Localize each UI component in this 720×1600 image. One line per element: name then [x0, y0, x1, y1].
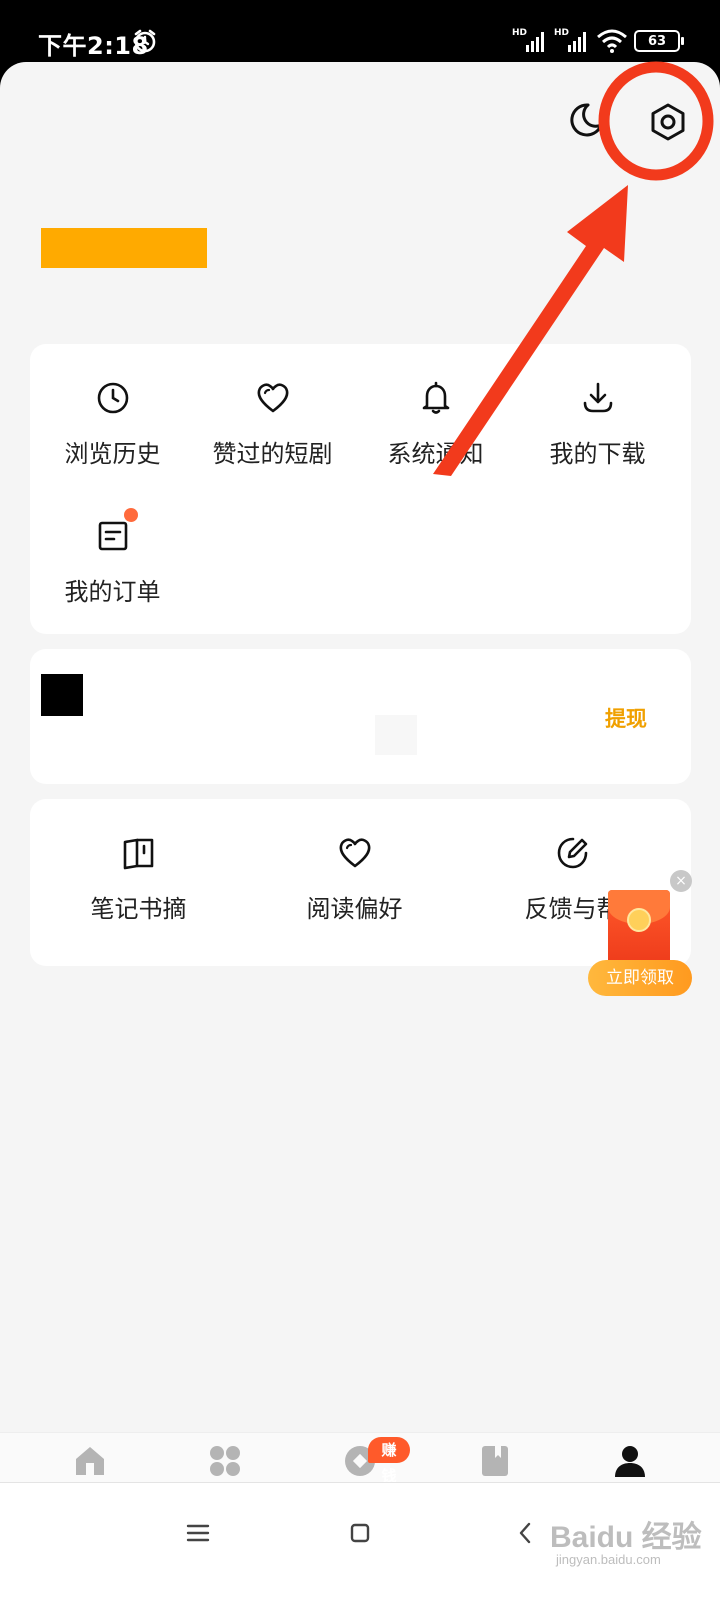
tool-reading-preference[interactable]: 阅读偏好	[272, 835, 437, 924]
earn-badge: 赚钱	[368, 1437, 410, 1485]
book-icon	[123, 838, 153, 870]
order-icon	[98, 521, 127, 551]
heart-icon	[339, 838, 370, 868]
wifi-icon	[597, 29, 627, 53]
withdraw-button[interactable]: 提现	[605, 703, 647, 733]
tool-label: 笔记书摘	[90, 895, 187, 923]
back-icon[interactable]	[512, 1519, 540, 1547]
claim-now-button[interactable]: 立即领取	[588, 960, 692, 996]
alarm-clock-icon	[134, 29, 156, 53]
quick-action-orders[interactable]: 我的订单	[30, 508, 195, 607]
notification-dot	[124, 508, 138, 522]
status-indicators: HD HD 63	[512, 26, 684, 56]
username-redaction	[41, 228, 207, 268]
coin-icon	[627, 908, 651, 932]
quick-action-notifications[interactable]: 系统通知	[353, 380, 518, 469]
cell-signal-icon: HD	[512, 28, 548, 54]
profile-page: 浏览历史 赞过的短剧 系统通知 我的下载 我的订单 提现 笔记书摘 阅读偏好 反…	[0, 62, 720, 1600]
bookshelf-icon	[482, 1446, 508, 1476]
clock-icon	[97, 382, 128, 414]
faint-placeholder	[375, 715, 417, 755]
baidu-watermark: Baidu 经验 jingyan.baidu.com	[550, 1521, 702, 1567]
quick-action-label: 我的订单	[64, 578, 161, 606]
quick-action-label: 我的下载	[549, 440, 646, 468]
quick-action-label: 赞过的短剧	[212, 440, 333, 468]
download-icon	[583, 382, 612, 413]
quick-action-label: 浏览历史	[64, 440, 161, 468]
moon-icon[interactable]	[566, 100, 606, 140]
profile-icon	[615, 1446, 645, 1477]
quick-actions-card: 浏览历史 赞过的短剧 系统通知 我的下载 我的订单	[30, 344, 691, 634]
wallet-card: 提现	[30, 649, 691, 784]
quick-action-liked-dramas[interactable]: 赞过的短剧	[190, 380, 355, 469]
quick-action-downloads[interactable]: 我的下载	[515, 380, 680, 469]
edit-icon	[557, 837, 587, 869]
bell-icon	[422, 381, 449, 414]
category-icon	[210, 1446, 240, 1476]
battery-icon: 63	[634, 30, 684, 52]
home-square-icon[interactable]	[346, 1519, 374, 1547]
settings-gear-icon[interactable]	[648, 102, 688, 142]
quick-action-history[interactable]: 浏览历史	[30, 380, 195, 469]
red-envelope-promo[interactable]: × 立即领取	[588, 870, 692, 1010]
close-icon[interactable]: ×	[670, 870, 692, 892]
balance-redaction	[41, 674, 83, 716]
heart-icon	[257, 383, 288, 413]
tool-notes[interactable]: 笔记书摘	[56, 835, 221, 924]
quick-action-label: 系统通知	[387, 440, 484, 468]
red-envelope-icon	[608, 890, 670, 966]
tool-label: 阅读偏好	[306, 895, 403, 923]
home-icon	[76, 1447, 104, 1475]
cell-signal-icon: HD	[554, 28, 590, 54]
menu-icon[interactable]	[184, 1519, 212, 1547]
